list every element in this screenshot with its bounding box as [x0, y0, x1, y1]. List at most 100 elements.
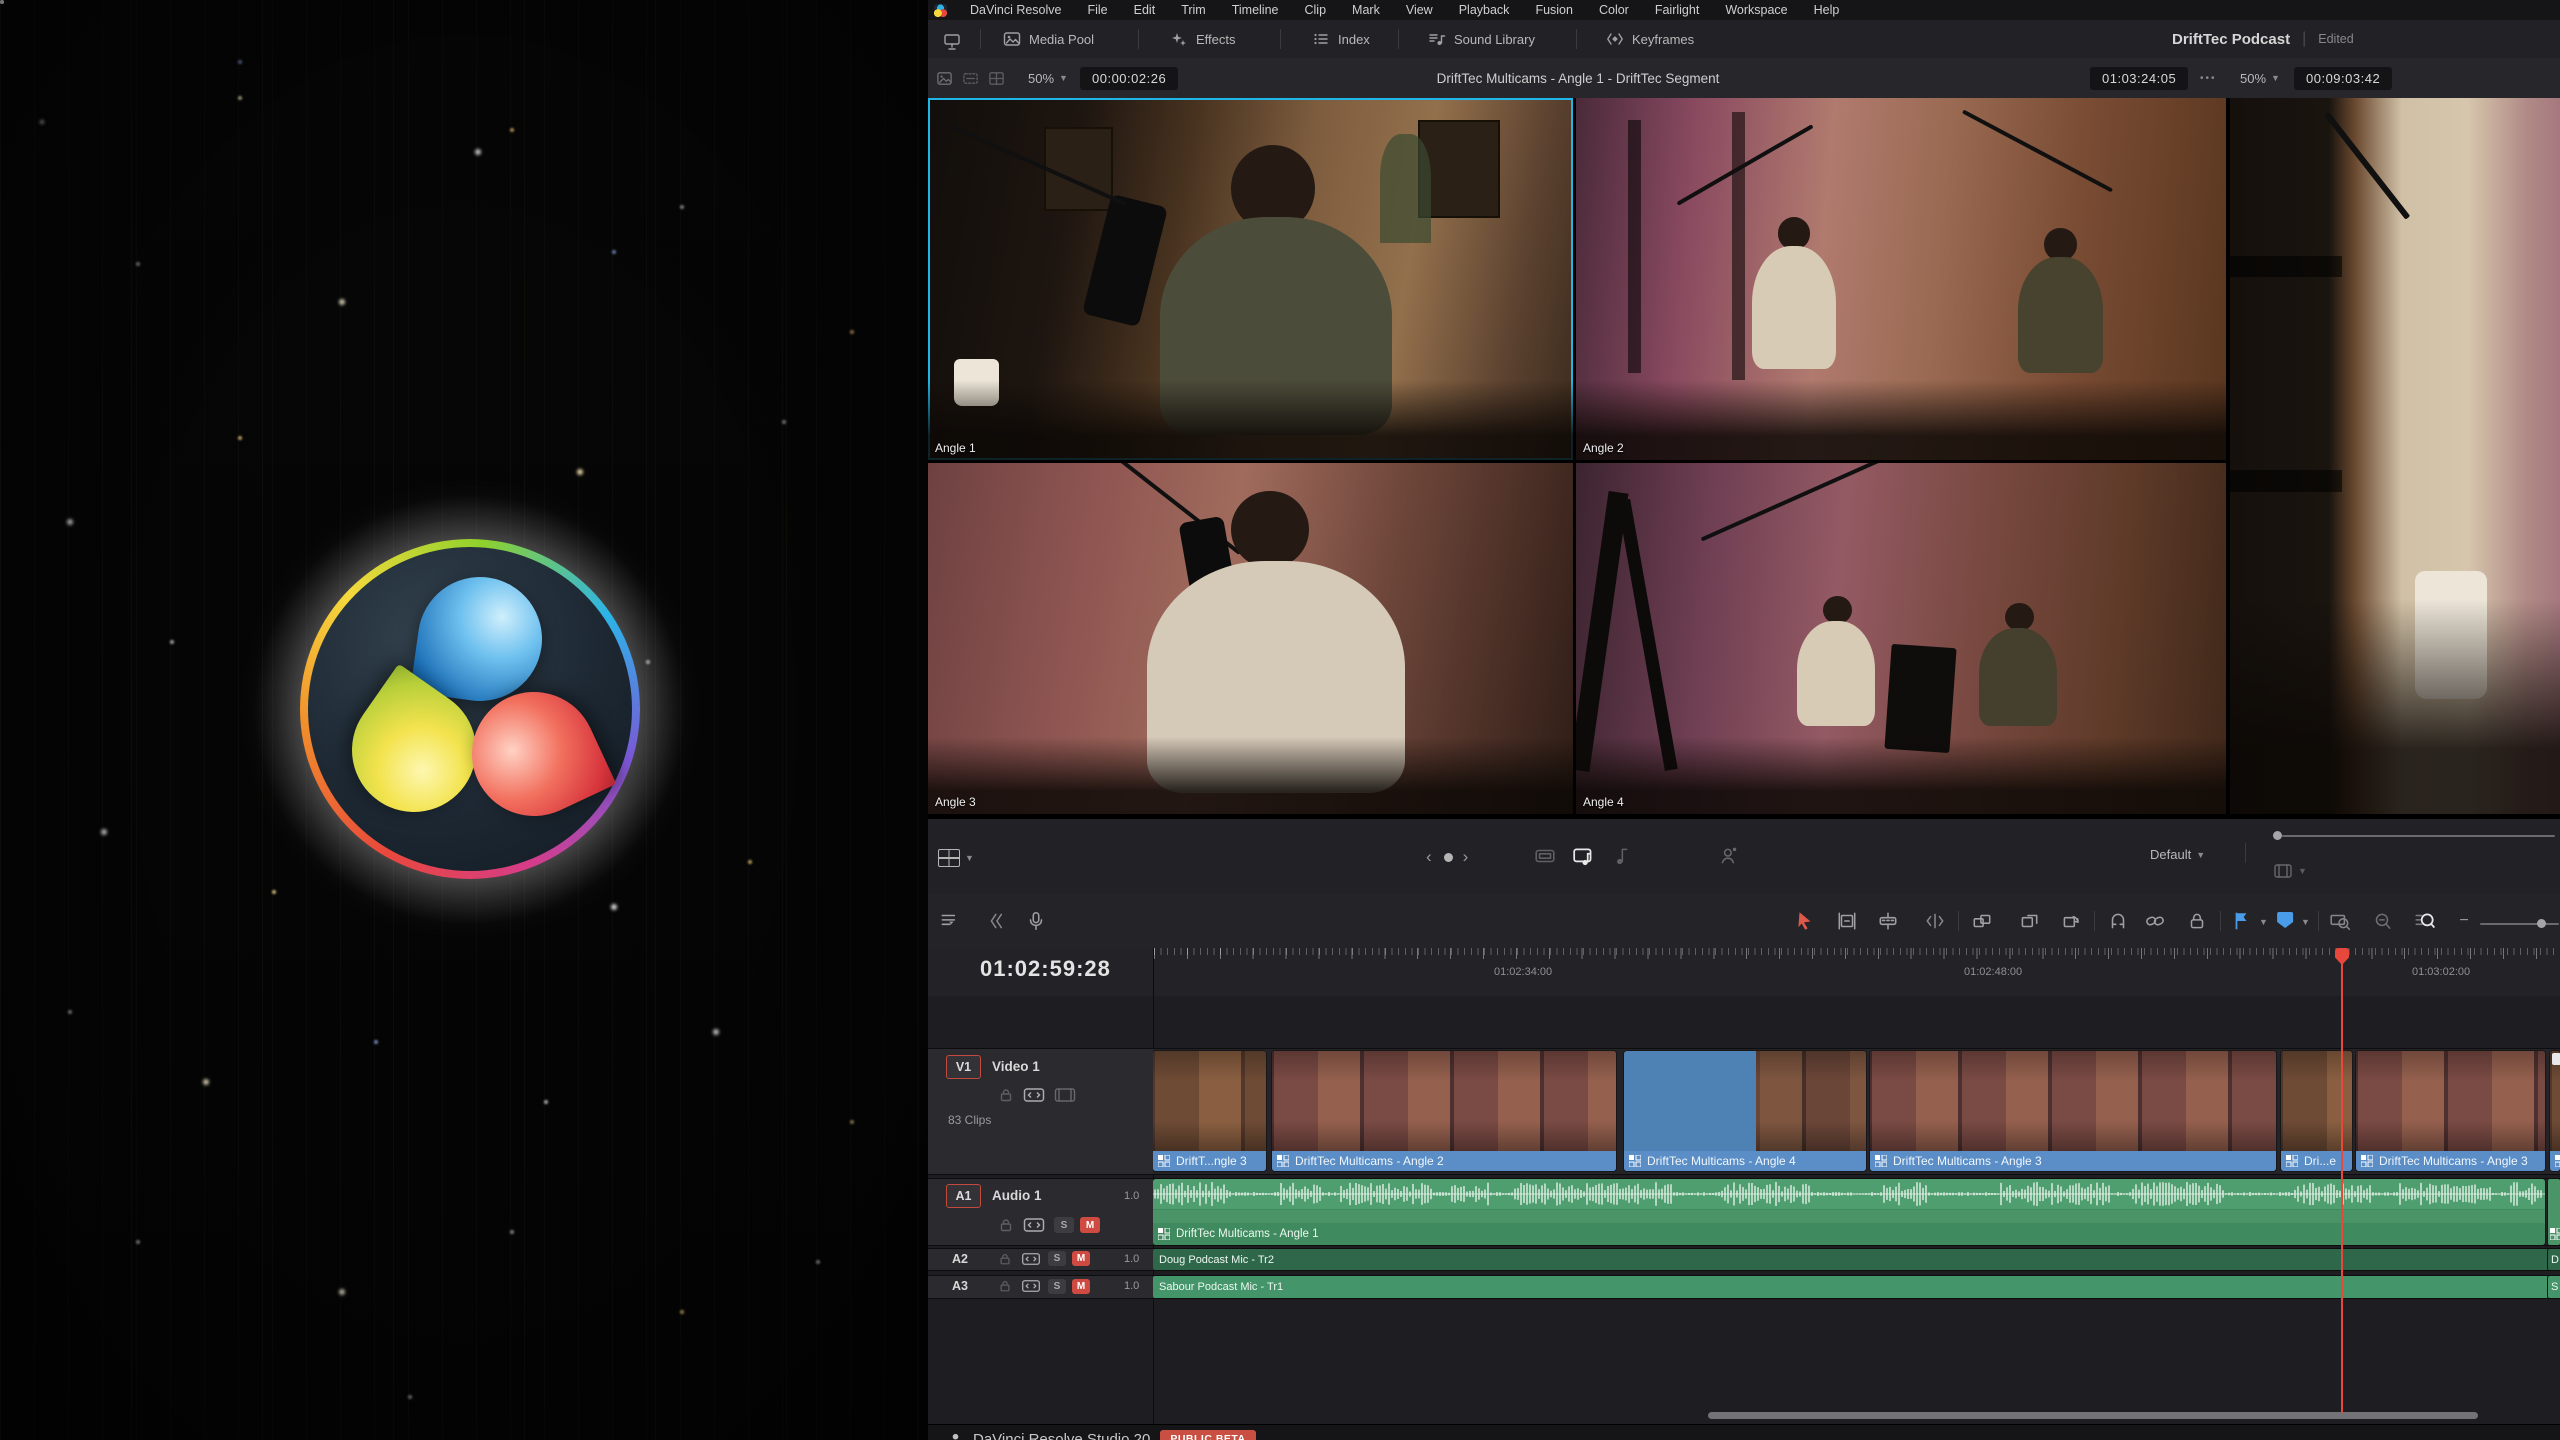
auto-select-icon[interactable] — [1021, 1252, 1041, 1271]
track-id-a3[interactable]: A3 — [952, 1279, 968, 1293]
playhead-timecode[interactable]: 01:02:59:28 — [980, 956, 1111, 982]
insert-clip-icon[interactable] — [1968, 907, 1996, 935]
record-viewer-video[interactable] — [2230, 98, 2560, 814]
audio-clip-a1-continuation[interactable] — [2548, 1179, 2560, 1245]
viewer-overflow-menu[interactable]: ••• — [2200, 58, 2217, 98]
menu-item[interactable]: File — [1074, 0, 1120, 20]
multicam-cut-video-icon[interactable] — [1534, 845, 1556, 867]
track-lock-icon[interactable] — [998, 1279, 1012, 1298]
record-zoom-select[interactable]: 50%▼ — [2240, 58, 2280, 98]
cinema-viewer-icon[interactable] — [938, 27, 966, 55]
mute-button[interactable]: M — [1080, 1217, 1100, 1233]
timeline-preset-select[interactable]: Default ▼ — [2150, 847, 2205, 862]
marker-color-chevron[interactable]: ▼ — [2301, 917, 2310, 927]
track-destination-a1[interactable]: A1 — [946, 1184, 981, 1208]
sound-library-button[interactable]: Sound Library — [1428, 20, 1535, 58]
multicam-angle-4-video[interactable]: Angle 4 — [1576, 463, 2226, 814]
position-lock-icon[interactable] — [2183, 907, 2211, 935]
multicam-angle-2-video[interactable]: Angle 2 — [1576, 98, 2226, 460]
track-lock-icon[interactable] — [998, 1087, 1014, 1108]
snapping-icon[interactable] — [2104, 907, 2132, 935]
menu-item[interactable]: Timeline — [1219, 0, 1292, 20]
audio-track-2-level[interactable]: 1.0 — [1124, 1253, 1139, 1265]
frame-view-icon[interactable] — [1054, 1087, 1076, 1108]
video-clip[interactable]: DriftTec Multicams - Angle 4 — [1624, 1051, 1866, 1171]
slider-handle[interactable] — [2273, 831, 2282, 840]
auto-select-icon[interactable] — [1023, 1087, 1045, 1108]
multicam-layout-select[interactable]: ▼ — [938, 849, 974, 867]
solo-button[interactable]: S — [1048, 1251, 1066, 1266]
trim-edit-mode-tool[interactable] — [1833, 907, 1861, 935]
index-button[interactable]: Index — [1312, 20, 1370, 58]
menu-item[interactable]: Clip — [1292, 0, 1340, 20]
audio-track-3-header[interactable]: A3 S M 1.0 — [928, 1276, 1153, 1298]
mute-button[interactable]: M — [1072, 1279, 1090, 1294]
track-destination-v1[interactable]: V1 — [946, 1055, 981, 1079]
video-clip[interactable]: DriftTec Multicams - Angle 2 — [1272, 1051, 1616, 1171]
effects-button[interactable]: Effects — [1170, 20, 1236, 58]
audio-track-3-lane[interactable]: Sabour Podcast Mic - Tr1 S — [1153, 1276, 2560, 1298]
viewer-size-slider[interactable] — [2273, 831, 2555, 840]
video-clip[interactable] — [2550, 1051, 2560, 1171]
record-timecode[interactable]: 01:03:24:05 — [2090, 58, 2188, 98]
audio-track-2-lane[interactable]: Doug Podcast Mic - Tr2 D — [1153, 1249, 2560, 1270]
solo-button[interactable]: S — [1054, 1217, 1074, 1233]
keyframes-button[interactable]: Keyframes — [1606, 20, 1694, 58]
clip-marker[interactable] — [2552, 1053, 2560, 1065]
menu-item[interactable]: Workspace — [1712, 0, 1800, 20]
add-marker-icon[interactable] — [2272, 907, 2300, 935]
video-clip[interactable]: DriftT...ngle 3 — [1153, 1051, 1266, 1171]
audio-clip-a2-continuation[interactable]: D — [2548, 1249, 2560, 1270]
selection-mode-tool[interactable] — [1791, 907, 1819, 935]
menu-item[interactable]: Fairlight — [1642, 0, 1712, 20]
slider-track[interactable] — [2282, 835, 2555, 837]
razor-edit-mode-tool[interactable] — [1874, 907, 1902, 935]
linked-selection-icon[interactable] — [2141, 907, 2169, 935]
audio-track-2-header[interactable]: A2 S M 1.0 — [928, 1249, 1153, 1270]
audio-track-1-lane[interactable]: DriftTec Multicams - Angle 1 — [1153, 1179, 2560, 1245]
media-pool-button[interactable]: Media Pool — [1003, 20, 1094, 58]
davinci-app-icon[interactable] — [934, 4, 947, 17]
video-track-header[interactable]: V1 Video 1 83 Clips — [928, 1049, 1153, 1174]
voiceover-mic-icon[interactable] — [1022, 907, 1050, 935]
track-lock-icon[interactable] — [998, 1217, 1014, 1238]
collaboration-icon[interactable] — [1718, 845, 1740, 867]
audio-clip-a1[interactable]: DriftTec Multicams - Angle 1 — [1153, 1179, 2545, 1245]
mute-button[interactable]: M — [1072, 1251, 1090, 1266]
menu-item[interactable]: Trim — [1168, 0, 1219, 20]
zoom-slider-track[interactable] — [2480, 923, 2559, 925]
solo-button[interactable]: S — [1048, 1279, 1066, 1294]
menu-item[interactable]: Mark — [1339, 0, 1393, 20]
next-edit-icon[interactable]: › — [1463, 847, 1471, 867]
audio-track-3-level[interactable]: 1.0 — [1124, 1280, 1139, 1292]
previous-edit-icon[interactable]: ‹ — [1426, 847, 1434, 867]
menu-item[interactable]: DaVinci Resolve — [957, 0, 1074, 20]
video-track-name[interactable]: Video 1 — [992, 1059, 1040, 1074]
audio-clip-a3-continuation[interactable]: S — [2548, 1276, 2560, 1298]
audio-track-1-header[interactable]: A1 Audio 1 1.0 S M — [928, 1179, 1153, 1245]
horizontal-scrollbar[interactable] — [1708, 1412, 2478, 1419]
multicam-cut-video-audio-icon[interactable] — [1572, 845, 1596, 869]
flag-color-chevron[interactable]: ▼ — [2259, 917, 2268, 927]
multicam-angle-1-video[interactable]: Angle 1 — [928, 98, 1573, 460]
stabilization-icon[interactable] — [984, 907, 1012, 935]
auto-select-icon[interactable] — [1021, 1279, 1041, 1298]
multicam-angle-3-video[interactable]: Angle 3 — [928, 463, 1573, 814]
duration-timecode[interactable]: 00:09:03:42 — [2294, 58, 2392, 98]
replace-clip-icon[interactable] — [2057, 907, 2085, 935]
track-id-a2[interactable]: A2 — [952, 1252, 968, 1266]
track-lock-icon[interactable] — [998, 1252, 1012, 1271]
auto-select-icon[interactable] — [1023, 1217, 1045, 1238]
multicam-cut-audio-icon[interactable] — [1612, 845, 1634, 867]
menu-item[interactable]: Fusion — [1522, 0, 1586, 20]
video-track-lane[interactable]: DriftT...ngle 3 DriftTec Multicams - Ang… — [1153, 1049, 2560, 1174]
current-frame-icon[interactable] — [1444, 853, 1453, 862]
playhead-line[interactable] — [2341, 953, 2343, 1413]
menu-item[interactable]: Edit — [1121, 0, 1169, 20]
menu-item[interactable]: Color — [1586, 0, 1642, 20]
audio-track-1-level[interactable]: 1.0 — [1124, 1190, 1139, 1202]
zoom-out-minus[interactable]: − — [2450, 907, 2478, 935]
video-clip[interactable]: DriftTec Multicams - Angle 3 — [1870, 1051, 2276, 1171]
timeline-zoom-slider[interactable] — [2480, 919, 2546, 928]
timeline-view-options-icon[interactable] — [936, 907, 964, 935]
